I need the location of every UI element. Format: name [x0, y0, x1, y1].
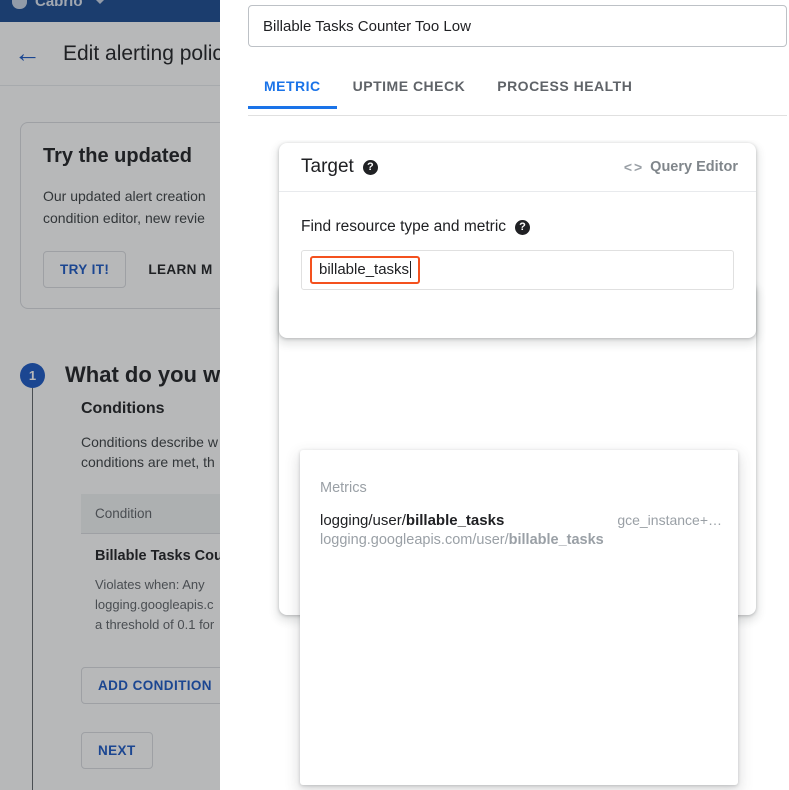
- step-1-title: What do you w: [65, 362, 221, 387]
- list-item[interactable]: logging/user/billable_tasks gce_instance…: [300, 496, 738, 548]
- text-cursor: [410, 261, 412, 278]
- shield-logo-icon: [12, 0, 27, 9]
- dropdown-group-label: Metrics: [320, 480, 367, 496]
- metric-search-field[interactable]: billable_tasks: [301, 250, 734, 290]
- try-it-button[interactable]: TRY IT!: [43, 251, 127, 288]
- help-circle-icon[interactable]: ?: [515, 219, 531, 235]
- chevron-down-icon[interactable]: [94, 0, 105, 4]
- step-number-badge: 1: [20, 362, 45, 388]
- dialog-content: C Target ? < > Query Editor Find resourc…: [220, 140, 789, 790]
- suggestion-resource-types: gce_instance+…: [617, 512, 722, 528]
- metric-search-highlight: billable_tasks: [310, 256, 421, 284]
- page-title: Edit alerting policy: [63, 41, 234, 65]
- learn-more-button[interactable]: LEARN M: [148, 262, 212, 277]
- query-editor-label: Query Editor: [650, 159, 738, 175]
- next-button[interactable]: NEXT: [81, 732, 153, 769]
- condition-dialog: Billable Tasks Counter Too Low METRIC UP…: [220, 0, 789, 790]
- add-condition-button[interactable]: ADD CONDITION: [81, 667, 229, 704]
- tab-metric[interactable]: METRIC: [248, 72, 337, 109]
- metric-search-input[interactable]: billable_tasks: [319, 261, 409, 278]
- product-name: Cabrio: [35, 0, 83, 10]
- screen-root: Cabrio ← Edit alerting policy Try the up…: [0, 0, 789, 790]
- back-arrow-icon[interactable]: ←: [14, 40, 41, 67]
- target-card-header: Target ? < > Query Editor: [279, 143, 756, 192]
- policy-name-input[interactable]: Billable Tasks Counter Too Low: [248, 5, 787, 47]
- suggestion-secondary-prefix: logging.googleapis.com/user/: [320, 532, 509, 548]
- help-circle-icon[interactable]: ?: [362, 159, 378, 175]
- dialog-tabs: METRIC UPTIME CHECK PROCESS HEALTH: [248, 72, 787, 116]
- target-title: Target: [301, 156, 354, 177]
- suggestion-primary-match: billable_tasks: [405, 512, 505, 529]
- suggestion-primary-prefix: logging/user/: [320, 512, 406, 529]
- suggestion-secondary-match: billable_tasks: [508, 532, 604, 548]
- query-editor-button[interactable]: < > Query Editor: [624, 159, 738, 175]
- metric-suggestions-dropdown[interactable]: Metrics logging/user/billable_tasks gce_…: [300, 450, 738, 785]
- suggestion-secondary: logging.googleapis.com/user/billable_tas…: [320, 532, 722, 548]
- suggestion-primary: logging/user/billable_tasks: [320, 512, 504, 529]
- code-brackets-icon: < >: [623, 159, 642, 175]
- target-card: Target ? < > Query Editor Find resource …: [279, 143, 756, 338]
- policy-name-value: Billable Tasks Counter Too Low: [263, 17, 471, 35]
- tab-uptime-check[interactable]: UPTIME CHECK: [337, 72, 482, 108]
- find-metric-label: Find resource type and metric: [301, 218, 507, 235]
- find-metric-label-row: Find resource type and metric ?: [279, 192, 756, 236]
- tab-process-health[interactable]: PROCESS HEALTH: [481, 72, 648, 108]
